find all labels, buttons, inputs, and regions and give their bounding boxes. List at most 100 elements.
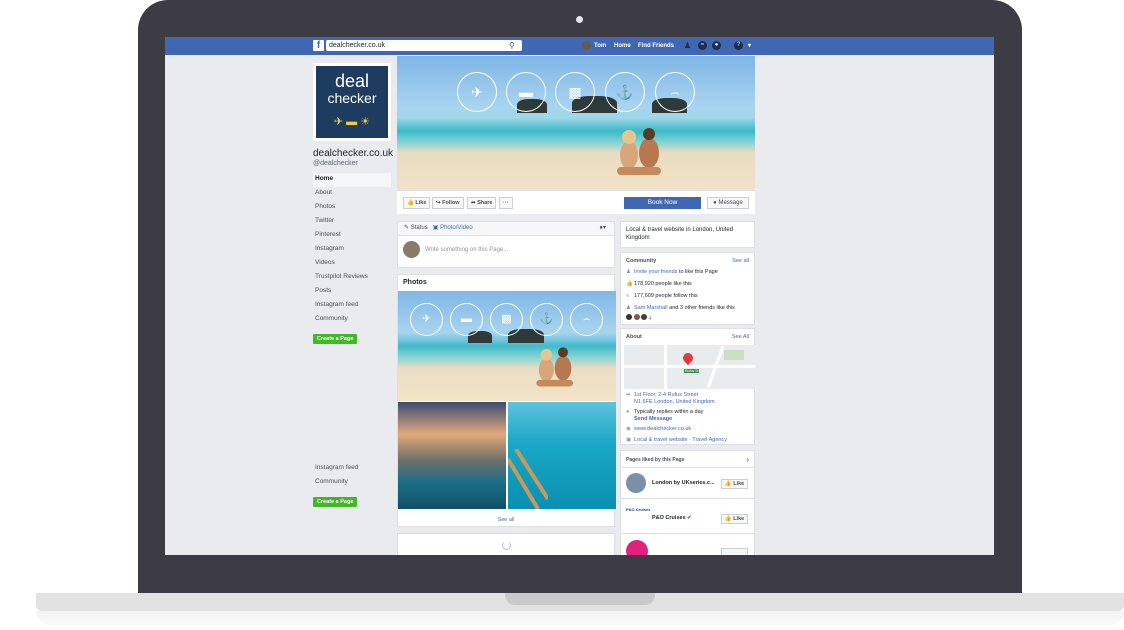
- nav-item-instagram-feed-sticky[interactable]: Instagram feed: [313, 462, 393, 476]
- page-name[interactable]: dealchecker.co.uk: [313, 148, 393, 159]
- cruise-ship-icon: ⚓: [605, 72, 645, 112]
- couple-on-beach-image: [536, 347, 573, 387]
- nav-item-photos[interactable]: Photos: [313, 201, 393, 215]
- message-label: Message: [718, 200, 743, 206]
- like-london-page-button[interactable]: 👍 Like: [721, 479, 748, 489]
- page-action-bar: 👍 Like ↪ Follow ➦ Share ··· Book Now ● M…: [397, 190, 755, 214]
- nav-item-about[interactable]: About: [313, 187, 393, 201]
- send-message-link[interactable]: Send Message: [634, 416, 672, 422]
- likes-count: 178,920 people like this: [634, 281, 692, 287]
- left-column-sticky-nav: Instagram feed Community Create a Page: [313, 462, 393, 508]
- like-page-button[interactable]: 👍 Like: [403, 197, 431, 209]
- facebook-logo-icon[interactable]: f: [313, 40, 324, 51]
- nav-item-community-sticky[interactable]: Community: [313, 476, 393, 490]
- categories-link[interactable]: Local & travel website · Travel Agency: [634, 437, 727, 443]
- map-road: [624, 365, 755, 368]
- pages-liked-title[interactable]: Pages liked by this Page: [626, 457, 684, 463]
- create-page-button[interactable]: Create a Page: [313, 334, 358, 344]
- composer-avatar: [403, 241, 420, 258]
- notifications-globe-icon[interactable]: ●: [712, 41, 721, 50]
- search-icon[interactable]: ⚲: [509, 41, 515, 50]
- community-see-all-link[interactable]: See all: [732, 258, 749, 264]
- photo-coastal-town[interactable]: [398, 402, 506, 509]
- reply-time-row: ● Typically replies within a day: [626, 409, 703, 415]
- cruise-ship-icon: ⚓: [530, 303, 563, 336]
- home-link[interactable]: Home: [614, 41, 631, 51]
- account-menu-chevron-icon[interactable]: ▾: [748, 41, 751, 51]
- nav-item-trustpilot-reviews[interactable]: Trustpilot Reviews: [313, 271, 393, 285]
- london-page-avatar[interactable]: [626, 473, 646, 493]
- nav-item-instagram[interactable]: Instagram: [313, 243, 393, 257]
- nav-item-twitter[interactable]: Twitter: [313, 215, 393, 229]
- message-button[interactable]: ● Message: [707, 197, 749, 209]
- friend-avatar[interactable]: [626, 314, 632, 320]
- chevron-right-icon[interactable]: ›: [746, 455, 749, 464]
- page-logo[interactable]: deal checker ✈ ▬ ☀: [313, 63, 391, 141]
- photos-see-all-link[interactable]: See all: [398, 517, 614, 523]
- laptop-base-bottom: [36, 611, 1124, 625]
- intro-card: Local & travel website in London, United…: [620, 221, 755, 248]
- cover-photo[interactable]: ✈ ▬ ▩ ⚓ ⌢: [397, 56, 755, 190]
- map-park: [724, 350, 744, 360]
- find-friends-link[interactable]: Find Friends: [638, 41, 674, 51]
- website-link[interactable]: www.dealchecker.co.uk: [634, 426, 691, 432]
- composer-placeholder[interactable]: Write something on this Page...: [425, 247, 508, 253]
- photo-video-tab[interactable]: ▣ Photo/Video: [433, 225, 473, 231]
- status-tab[interactable]: ✎ Status: [404, 225, 428, 231]
- address-line1[interactable]: 1st Floor, 2-4 Rufus Street: [634, 392, 698, 398]
- invite-friends-link[interactable]: Invite your friends: [634, 269, 677, 275]
- nav-item-videos[interactable]: Videos: [313, 257, 393, 271]
- follows-count-row: ≡ 177,609 people follow this: [626, 293, 698, 299]
- divider: [621, 533, 756, 534]
- liked-page-name-2[interactable]: P&O Cruises ✔: [652, 515, 692, 521]
- like-po-cruises-button[interactable]: 👍 Like: [721, 514, 748, 524]
- composer-input-area[interactable]: Write something on this Page...: [398, 236, 614, 266]
- address-line2[interactable]: N1 6FE London, United Kingdom: [634, 399, 715, 405]
- friend-requests-icon[interactable]: ♟: [683, 41, 692, 50]
- photos-title[interactable]: Photos: [398, 275, 614, 291]
- community-title[interactable]: Community: [626, 258, 656, 264]
- nav-item-instagram-feed[interactable]: Instagram feed: [313, 299, 393, 313]
- po-cruises-logo[interactable]: P&O Cruises: [626, 507, 650, 512]
- posting-as-selector[interactable]: ●▾: [599, 222, 606, 235]
- about-title[interactable]: About: [626, 334, 642, 340]
- hotel-bed-icon: ▬: [450, 303, 483, 336]
- community-card: Community See all ♟ Invite your friends t…: [620, 252, 755, 325]
- create-page-button-sticky[interactable]: Create a Page: [313, 497, 358, 507]
- page-description: Local & travel website in London, United…: [626, 227, 734, 241]
- photo-turquoise-sea[interactable]: [508, 402, 616, 509]
- friend-name-link[interactable]: Sam Marshall: [634, 305, 668, 311]
- third-page-avatar[interactable]: [626, 540, 648, 555]
- like-third-page-button[interactable]: [721, 548, 748, 555]
- website-row: ◉ www.dealchecker.co.uk: [626, 426, 691, 432]
- like-label: Like: [415, 200, 427, 206]
- location-map[interactable]: Rufus St: [624, 345, 755, 389]
- more-options-button[interactable]: ···: [499, 197, 513, 209]
- globe-icon: ◉: [626, 426, 631, 432]
- left-column: deal checker ✈ ▬ ☀ dealchecker.co.uk @de…: [313, 63, 393, 345]
- user-avatar[interactable]: [582, 41, 591, 50]
- help-icon[interactable]: ?: [734, 41, 743, 50]
- nav-item-home[interactable]: Home: [313, 173, 391, 187]
- like-label-1: Like: [733, 481, 745, 487]
- invite-rest-text: to like this Page: [677, 269, 718, 275]
- liked-page-name-1[interactable]: London by UKseries.c...: [652, 480, 715, 486]
- follows-count: 177,609 people follow this: [634, 293, 698, 299]
- friend-avatar[interactable]: [633, 314, 640, 320]
- friend-avatar[interactable]: [641, 314, 648, 320]
- reply-time: Typically replies within a day: [634, 409, 704, 415]
- messenger-icon[interactable]: ≈: [698, 41, 707, 50]
- nav-item-pinterest[interactable]: Pinterest: [313, 229, 393, 243]
- car-icon: ▩: [490, 303, 523, 336]
- follow-page-button[interactable]: ↪ Follow: [432, 197, 464, 209]
- photo-beach-cover[interactable]: ✈ ▬ ▩ ⚓ ⌢: [398, 291, 616, 401]
- book-now-button[interactable]: Book Now: [624, 197, 701, 209]
- profile-link[interactable]: Tom: [594, 41, 606, 51]
- search-input[interactable]: dealchecker.co.uk: [326, 40, 522, 51]
- more-friends-count[interactable]: 4: [649, 316, 652, 322]
- nav-item-posts[interactable]: Posts: [313, 285, 393, 299]
- about-see-all-link[interactable]: See All: [732, 334, 749, 340]
- map-road: [664, 345, 667, 389]
- share-page-button[interactable]: ➦ Share: [467, 197, 497, 209]
- nav-item-community[interactable]: Community: [313, 313, 393, 327]
